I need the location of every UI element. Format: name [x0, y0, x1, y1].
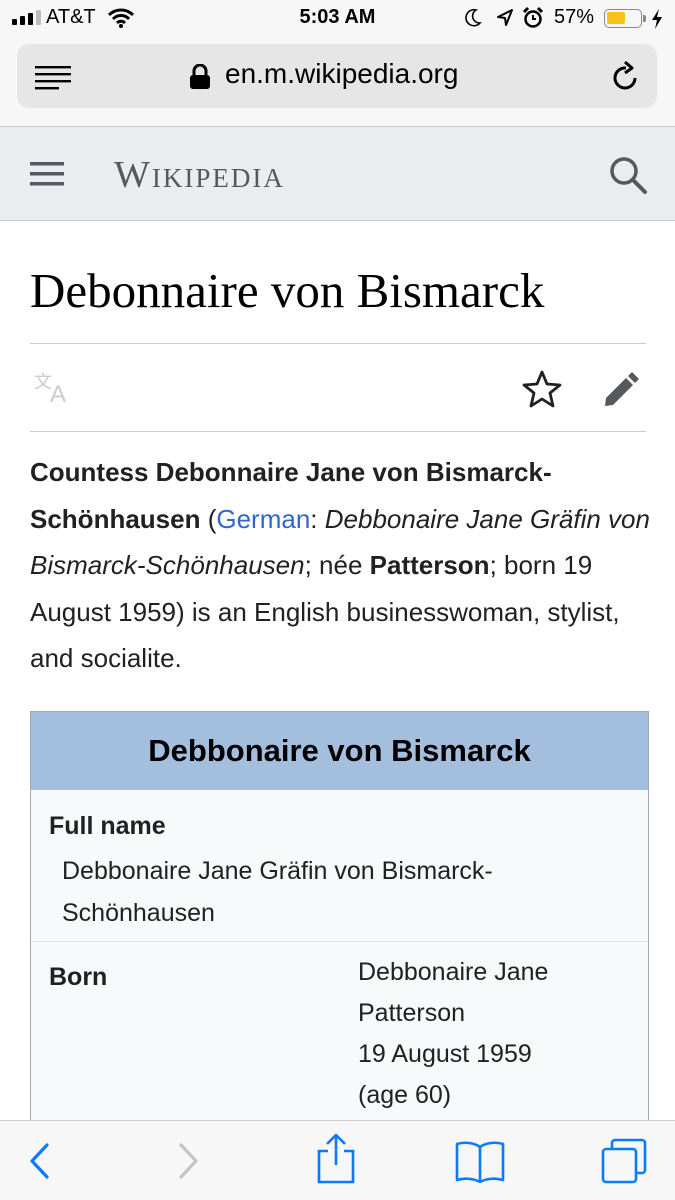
url-text[interactable]: en.m.wikipedia.org: [225, 58, 458, 90]
edit-pencil-icon[interactable]: [602, 370, 642, 408]
wikipedia-header: Wikipedia: [0, 126, 675, 221]
browser-address-area: en.m.wikipedia.org: [0, 40, 675, 126]
charging-icon: [652, 9, 662, 29]
born-label: Born: [49, 963, 108, 991]
battery-fill: [607, 12, 625, 24]
subject-name: Countess Debonnaire Jane von Bismarck-: [30, 457, 552, 487]
punctuation: :: [310, 503, 325, 534]
tabs-icon[interactable]: [600, 1137, 648, 1185]
star-icon[interactable]: [522, 370, 562, 408]
reader-menu-icon[interactable]: [35, 64, 73, 90]
forward-icon[interactable]: [178, 1143, 200, 1179]
back-icon[interactable]: [28, 1143, 50, 1179]
share-icon[interactable]: [316, 1133, 356, 1185]
punctuation: (: [200, 503, 217, 534]
infobox-title: Debbonaire von Bismarck: [31, 712, 648, 790]
born-line: (age 60): [358, 1081, 452, 1109]
born-line: 19 August 1959: [358, 1040, 532, 1068]
divider: [30, 343, 646, 344]
born-line: Patterson: [358, 999, 466, 1027]
birth-name: Patterson: [369, 550, 490, 580]
subject-name-cont: Schönhausen: [30, 503, 201, 534]
infobox: Debbonaire von Bismarck Full name Debbon…: [30, 711, 649, 1131]
bookmarks-icon[interactable]: [454, 1139, 506, 1183]
alarm-icon: [522, 6, 544, 28]
infobox-row-full-name: Full name Debbonaire Jane Gräfin von Bis…: [31, 790, 648, 942]
hamburger-menu-icon[interactable]: [30, 161, 64, 187]
intro-paragraph: Countess Debonnaire Jane von Bismarck- Sc…: [30, 449, 650, 682]
born-line: Debbonaire Jane: [358, 958, 549, 986]
german-link[interactable]: German: [216, 504, 310, 534]
language-icon[interactable]: 文 A: [34, 370, 74, 406]
browser-toolbar: [0, 1120, 675, 1200]
location-icon: [497, 9, 513, 26]
search-icon[interactable]: [608, 155, 648, 195]
divider: [30, 431, 646, 432]
status-bar: AT&T 5:03 AM 57%: [0, 0, 675, 40]
wikipedia-logo[interactable]: Wikipedia: [114, 153, 285, 197]
full-name-label: Full name: [49, 812, 166, 840]
battery-percent: 57%: [554, 6, 595, 28]
address-bar[interactable]: en.m.wikipedia.org: [17, 44, 657, 108]
moon-icon: [465, 8, 482, 27]
born-value: Debbonaire Jane Patterson 19 August 1959…: [358, 952, 618, 1116]
nee-text: ; née: [304, 550, 370, 580]
full-name-value: Debbonaire Jane Gräfin von Bismarck-Schö…: [62, 857, 493, 927]
battery-icon: [604, 9, 646, 28]
reload-icon[interactable]: [611, 60, 641, 92]
page-title: Debonnaire von Bismarck: [30, 263, 545, 318]
svg-text:A: A: [50, 381, 66, 406]
lock-icon: [190, 64, 210, 89]
